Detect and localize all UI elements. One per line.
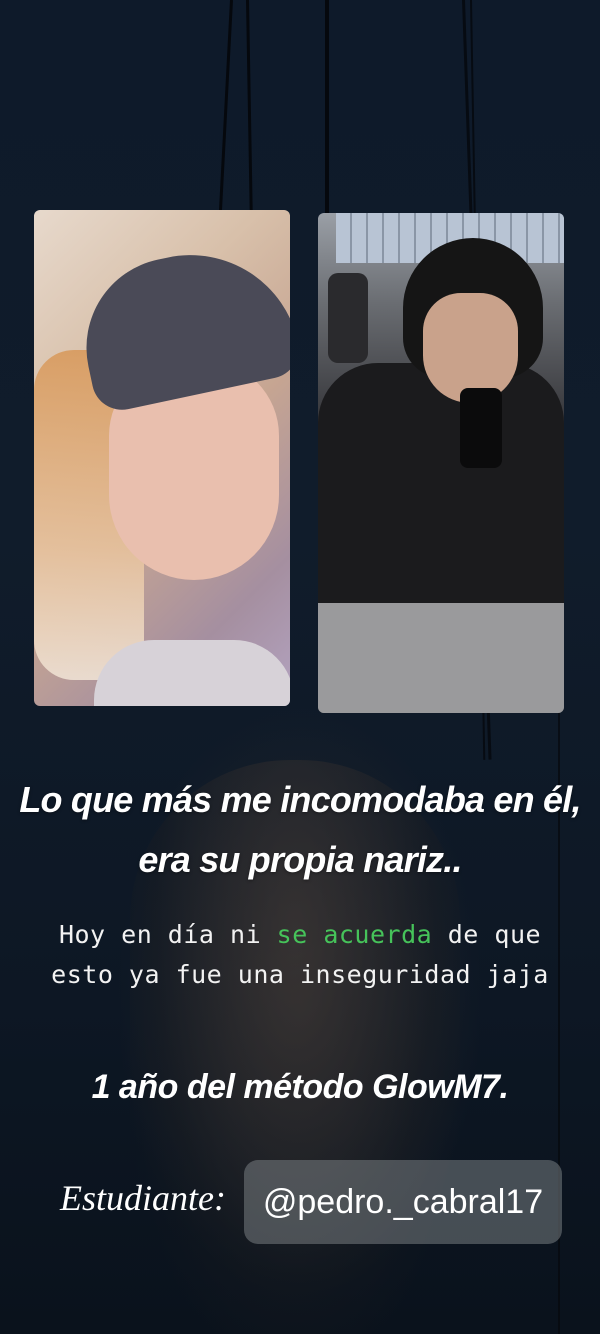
headline-line-2: era su propia nariz.. xyxy=(138,839,462,880)
body-line-1: Hoy en día ni se acuerda de que xyxy=(0,915,600,955)
weights-rack xyxy=(328,273,368,363)
phone xyxy=(460,388,502,468)
body xyxy=(318,363,564,643)
background-cable xyxy=(325,0,329,215)
shirt xyxy=(94,640,290,706)
highlighted-text: se acuerda xyxy=(276,920,433,949)
student-handle: @pedro._cabral17 xyxy=(262,1182,544,1221)
headline-line-1: Lo que más me incomodaba en él, xyxy=(19,779,581,820)
face xyxy=(423,293,518,403)
body-text: de que xyxy=(432,920,542,949)
body-line-2: esto ya fue una inseguridad jaja xyxy=(51,960,549,989)
body-text: Hoy en día ni xyxy=(58,920,277,949)
before-photo xyxy=(34,210,290,706)
after-photo xyxy=(318,213,564,713)
student-label: Estudiante: xyxy=(60,1178,226,1218)
method-caption: 1 año del método GlowM7. xyxy=(91,1068,509,1106)
shorts xyxy=(318,603,564,713)
student-mention-sticker[interactable]: @pedro._cabral17 xyxy=(244,1160,562,1244)
